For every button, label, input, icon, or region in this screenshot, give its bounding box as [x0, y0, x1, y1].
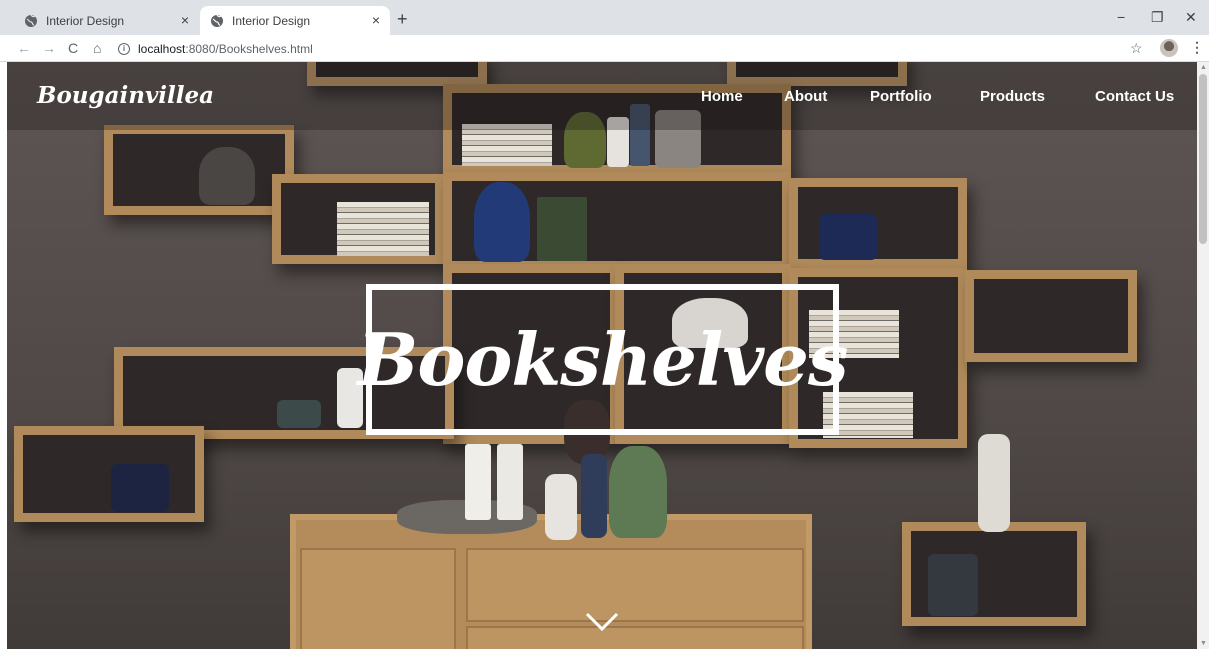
browser-tab-2[interactable]: Interior Design ×	[200, 6, 390, 35]
kebab-menu-icon[interactable]: ⋮	[1190, 39, 1204, 56]
tab-title: Interior Design	[46, 13, 125, 28]
nav-contact-us-link[interactable]: Contact Us	[1095, 88, 1174, 105]
close-window-button[interactable]: ✕	[1185, 10, 1197, 24]
nav-about-link[interactable]: About	[784, 88, 827, 105]
site-logo[interactable]: Bougainvillea	[37, 82, 214, 109]
info-icon[interactable]: i	[118, 42, 130, 55]
minimize-button[interactable]: −	[1117, 10, 1125, 24]
home-button[interactable]: ⌂	[93, 40, 101, 56]
new-tab-button[interactable]: +	[397, 10, 408, 28]
hero-section: Bougainvillea Home About Portfolio Produ…	[7, 62, 1197, 649]
close-tab-icon[interactable]: ×	[181, 13, 189, 27]
url-path: :8080/Bookshelves.html	[185, 41, 313, 56]
chevron-down-icon[interactable]	[585, 612, 619, 632]
page-scrollbar[interactable]: ▲ ▼	[1197, 62, 1209, 649]
nav-portfolio-link[interactable]: Portfolio	[870, 88, 932, 105]
star-icon[interactable]: ☆	[1130, 40, 1143, 57]
hero-title: Bookshelves	[357, 317, 849, 402]
browser-toolbar: ← → C ⌂ i localhost:8080/Bookshelves.htm…	[0, 35, 1209, 62]
back-button[interactable]: ←	[17, 40, 31, 56]
nav-products-link[interactable]: Products	[980, 88, 1045, 105]
site-header: Bougainvillea Home About Portfolio Produ…	[7, 62, 1197, 130]
scroll-down-arrow[interactable]: ▼	[1200, 640, 1207, 647]
scroll-up-arrow[interactable]: ▲	[1200, 64, 1207, 71]
nav-home-link[interactable]: Home	[701, 88, 743, 105]
tab-title: Interior Design	[232, 13, 311, 28]
browser-tab-strip: Interior Design × Interior Design × + − …	[0, 0, 1209, 35]
browser-tab-1[interactable]: Interior Design ×	[14, 6, 199, 35]
scrollbar-thumb[interactable]	[1199, 74, 1207, 244]
hero-title-frame: Bookshelves	[358, 284, 849, 435]
restore-button[interactable]: ❐	[1151, 10, 1164, 24]
address-bar[interactable]: i localhost:8080/Bookshelves.html	[118, 39, 1108, 58]
reload-button[interactable]: C	[68, 40, 78, 56]
profile-avatar[interactable]	[1160, 39, 1178, 57]
url-host: localhost	[138, 41, 186, 56]
globe-icon	[24, 14, 38, 28]
close-tab-icon[interactable]: ×	[372, 13, 380, 27]
forward-button[interactable]: →	[42, 40, 56, 56]
globe-icon	[210, 14, 224, 28]
